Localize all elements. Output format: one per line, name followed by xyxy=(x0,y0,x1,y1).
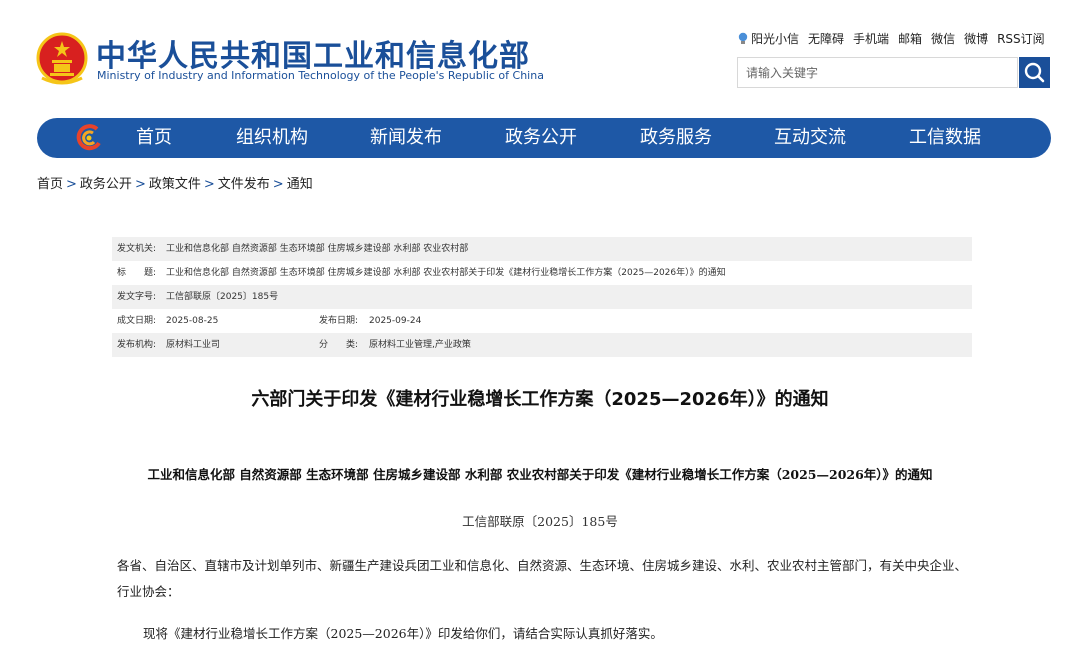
docno-value: 工信部联原〔2025〕185号 xyxy=(166,292,279,302)
bulb-icon xyxy=(738,32,748,44)
search-icon xyxy=(1024,62,1045,83)
search-input[interactable] xyxy=(738,58,1008,87)
top-link-sunshine[interactable]: 阳光小信 xyxy=(738,30,799,47)
info-row-dates: 成文日期: 2025-08-25 发布日期: 2025-09-24 xyxy=(112,309,972,333)
miit-logo-icon[interactable] xyxy=(75,123,103,153)
title-label: 标 题: xyxy=(117,268,157,278)
nav-item-government-services[interactable]: 政务服务 xyxy=(640,118,712,158)
title-value: 工业和信息化部 自然资源部 生态环境部 住房城乡建设部 水利部 农业农村部关于印… xyxy=(166,268,726,278)
top-link-weibo[interactable]: 微博 xyxy=(964,30,988,47)
breadcrumb: 首页 > 政务公开 > 政策文件 > 文件发布 > 通知 xyxy=(37,173,313,192)
document-paragraph: 各省、自治区、直辖市及计划单列市、新疆生产建设兵团工业和信息化、自然资源、生态环… xyxy=(117,558,968,599)
created-date-label: 成文日期: xyxy=(117,316,157,326)
document-title: 六部门关于印发《建材行业稳增长工作方案（2025—2026年）》的通知 xyxy=(251,389,829,410)
site-title-english: Ministry of Industry and Information Tec… xyxy=(97,69,544,82)
breadcrumb-home[interactable]: 首页 xyxy=(37,177,63,192)
top-links: 阳光小信 无障碍 手机端 邮箱 微信 微博 RSS订阅 xyxy=(738,30,1045,47)
breadcrumb-separator: > xyxy=(134,177,146,192)
info-row-title: 标 题: 工业和信息化部 自然资源部 生态环境部 住房城乡建设部 水利部 农业农… xyxy=(112,261,972,285)
nav-item-data[interactable]: 工信数据 xyxy=(909,118,981,158)
nav-item-interaction[interactable]: 互动交流 xyxy=(774,118,846,158)
document-number: 工信部联原〔2025〕185号 xyxy=(462,514,618,529)
nav-item-government-affairs[interactable]: 政务公开 xyxy=(505,118,577,158)
nav-item-home[interactable]: 首页 xyxy=(136,118,172,158)
top-link-mobile[interactable]: 手机端 xyxy=(853,30,889,47)
nav-item-organization[interactable]: 组织机构 xyxy=(236,118,308,158)
search-box xyxy=(737,57,1018,88)
breadcrumb-separator: > xyxy=(203,177,215,192)
org-label: 发布机构: xyxy=(117,340,157,350)
document-subheading: 工业和信息化部 自然资源部 生态环境部 住房城乡建设部 水利部 农业农村部关于印… xyxy=(147,467,933,482)
info-row-issuer: 发文机关: 工业和信息化部 自然资源部 生态环境部 住房城乡建设部 水利部 农业… xyxy=(112,237,972,261)
category-value: 原材料工业管理,产业政策 xyxy=(369,340,471,350)
top-link-mail[interactable]: 邮箱 xyxy=(898,30,922,47)
docno-label: 发文字号: xyxy=(117,292,157,302)
published-date-label: 发布日期: xyxy=(319,316,359,326)
info-row-org: 发布机构: 原材料工业司 分 类: 原材料工业管理,产业政策 xyxy=(112,333,972,357)
breadcrumb-document-release[interactable]: 文件发布 xyxy=(218,177,270,192)
breadcrumb-separator: > xyxy=(272,177,284,192)
org-value: 原材料工业司 xyxy=(166,340,221,350)
info-row-docno: 发文字号: 工信部联原〔2025〕185号 xyxy=(112,285,972,309)
breadcrumb-government-affairs[interactable]: 政务公开 xyxy=(80,177,132,192)
top-link-wechat[interactable]: 微信 xyxy=(931,30,955,47)
document-paragraph: 现将《建材行业稳增长工作方案（2025—2026年）》印发给你们，请结合实际认真… xyxy=(143,626,663,641)
breadcrumb-policy-documents[interactable]: 政策文件 xyxy=(149,177,201,192)
national-emblem-icon xyxy=(36,32,88,86)
top-link-accessibility[interactable]: 无障碍 xyxy=(808,30,844,47)
created-date-value: 2025-08-25 xyxy=(166,316,219,326)
nav-item-news[interactable]: 新闻发布 xyxy=(370,118,442,158)
search-button[interactable] xyxy=(1019,57,1050,88)
issuer-label: 发文机关: xyxy=(117,244,157,254)
breadcrumb-notice[interactable]: 通知 xyxy=(287,177,313,192)
issuer-value: 工业和信息化部 自然资源部 生态环境部 住房城乡建设部 水利部 农业农村部 xyxy=(166,244,469,254)
category-label: 分 类: xyxy=(319,340,359,350)
top-link-rss[interactable]: RSS订阅 xyxy=(997,30,1045,47)
published-date-value: 2025-09-24 xyxy=(369,316,422,326)
top-link-label: 阳光小信 xyxy=(751,32,800,46)
breadcrumb-separator: > xyxy=(66,177,77,192)
